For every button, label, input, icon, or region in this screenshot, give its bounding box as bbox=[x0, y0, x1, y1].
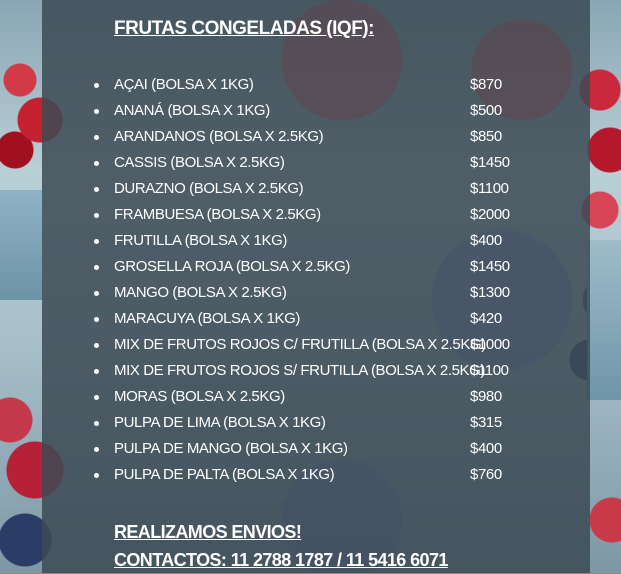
product-price: $850 bbox=[470, 128, 502, 145]
product-price: $2000 bbox=[470, 206, 510, 223]
section-heading: FRUTAS CONGELADAS (IQF): bbox=[114, 18, 374, 39]
product-price: $1100 bbox=[470, 180, 509, 197]
list-item: FRUTILLA (BOLSA X 1KG) $400 bbox=[94, 228, 574, 254]
bullet-icon bbox=[94, 83, 99, 88]
bullet-icon bbox=[94, 395, 99, 400]
list-item: CASSIS (BOLSA X 2.5KG) $1450 bbox=[94, 150, 574, 176]
list-item: MIX DE FRUTOS ROJOS S/ FRUTILLA (BOLSA X… bbox=[94, 358, 574, 384]
product-name: ANANÁ (BOLSA X 1KG) bbox=[114, 102, 270, 119]
list-item: MANGO (BOLSA X 2.5KG) $1300 bbox=[94, 280, 574, 306]
product-price: $400 bbox=[470, 232, 502, 249]
bullet-icon bbox=[94, 135, 99, 140]
product-name: CASSIS (BOLSA X 2.5KG) bbox=[114, 154, 285, 171]
bullet-icon bbox=[94, 343, 99, 348]
list-item: AÇAI (BOLSA X 1KG) $870 bbox=[94, 72, 574, 98]
bullet-icon bbox=[94, 421, 99, 426]
bullet-icon bbox=[94, 187, 99, 192]
list-item: FRAMBUESA (BOLSA X 2.5KG) $2000 bbox=[94, 202, 574, 228]
bullet-icon bbox=[94, 239, 99, 244]
price-list-panel: FRUTAS CONGELADAS (IQF): AÇAI (BOLSA X 1… bbox=[42, 0, 590, 573]
list-item: ARANDANOS (BOLSA X 2.5KG) $850 bbox=[94, 124, 574, 150]
list-item: MIX DE FRUTOS ROJOS C/ FRUTILLA (BOLSA X… bbox=[94, 332, 574, 358]
product-name: DURAZNO (BOLSA X 2.5KG) bbox=[114, 180, 304, 197]
list-item: GROSELLA ROJA (BOLSA X 2.5KG) $1450 bbox=[94, 254, 574, 280]
list-item: ANANÁ (BOLSA X 1KG) $500 bbox=[94, 98, 574, 124]
bullet-icon bbox=[94, 369, 99, 374]
bullet-icon bbox=[94, 265, 99, 270]
shipping-notice: REALIZAMOS ENVIOS! bbox=[114, 522, 302, 542]
product-name: MIX DE FRUTOS ROJOS S/ FRUTILLA (BOLSA X… bbox=[114, 362, 486, 379]
bullet-icon bbox=[94, 447, 99, 452]
product-price-list: AÇAI (BOLSA X 1KG) $870 ANANÁ (BOLSA X 1KG… bbox=[94, 72, 574, 488]
product-price: $1450 bbox=[470, 154, 510, 171]
product-name: ARANDANOS (BOLSA X 2.5KG) bbox=[114, 128, 324, 145]
product-name: FRAMBUESA (BOLSA X 2.5KG) bbox=[114, 206, 321, 223]
product-name: AÇAI (BOLSA X 1KG) bbox=[114, 76, 254, 93]
bullet-icon bbox=[94, 161, 99, 166]
product-price: $760 bbox=[470, 466, 502, 483]
product-price: $1300 bbox=[470, 284, 510, 301]
product-name: FRUTILLA (BOLSA X 1KG) bbox=[114, 232, 287, 249]
left-bucket-image bbox=[0, 190, 42, 300]
footer: REALIZAMOS ENVIOS! CONTACTOS: 11 2788 17… bbox=[114, 518, 574, 574]
right-bucket-image bbox=[587, 240, 621, 400]
product-price: $870 bbox=[470, 76, 502, 93]
product-name: PULPA DE MANGO (BOLSA X 1KG) bbox=[114, 440, 348, 457]
bullet-icon bbox=[94, 317, 99, 322]
list-item: PULPA DE PALTA (BOLSA X 1KG) $760 bbox=[94, 462, 574, 488]
product-price: $400 bbox=[470, 440, 502, 457]
product-price: $500 bbox=[470, 102, 502, 119]
price-list-content: FRUTAS CONGELADAS (IQF): AÇAI (BOLSA X 1… bbox=[94, 14, 574, 574]
product-name: PULPA DE PALTA (BOLSA X 1KG) bbox=[114, 466, 335, 483]
product-price: $315 bbox=[470, 414, 502, 431]
product-name: MARACUYA (BOLSA X 1KG) bbox=[114, 310, 300, 327]
bullet-icon bbox=[94, 109, 99, 114]
bullet-icon bbox=[94, 213, 99, 218]
product-name: MANGO (BOLSA X 2.5KG) bbox=[114, 284, 287, 301]
bullet-icon bbox=[94, 291, 99, 296]
product-price: $420 bbox=[470, 310, 502, 327]
list-item: DURAZNO (BOLSA X 2.5KG) $1100 bbox=[94, 176, 574, 202]
product-name: GROSELLA ROJA (BOLSA X 2.5KG) bbox=[114, 258, 351, 275]
product-name: MORAS (BOLSA X 2.5KG) bbox=[114, 388, 285, 405]
product-name: MIX DE FRUTOS ROJOS C/ FRUTILLA (BOLSA X… bbox=[114, 336, 486, 353]
list-item: PULPA DE LIMA (BOLSA X 1KG) $315 bbox=[94, 410, 574, 436]
product-price: $1100 bbox=[470, 362, 509, 379]
list-item: MARACUYA (BOLSA X 1KG) $420 bbox=[94, 306, 574, 332]
contact-numbers: CONTACTOS: 11 2788 1787 / 11 5416 6071 bbox=[114, 550, 448, 570]
product-name: PULPA DE LIMA (BOLSA X 1KG) bbox=[114, 414, 326, 431]
product-price: $1000 bbox=[470, 336, 510, 353]
list-item: MORAS (BOLSA X 2.5KG) $980 bbox=[94, 384, 574, 410]
product-price: $980 bbox=[470, 388, 502, 405]
list-item: PULPA DE MANGO (BOLSA X 1KG) $400 bbox=[94, 436, 574, 462]
product-price: $1450 bbox=[470, 258, 510, 275]
bullet-icon bbox=[94, 473, 99, 478]
